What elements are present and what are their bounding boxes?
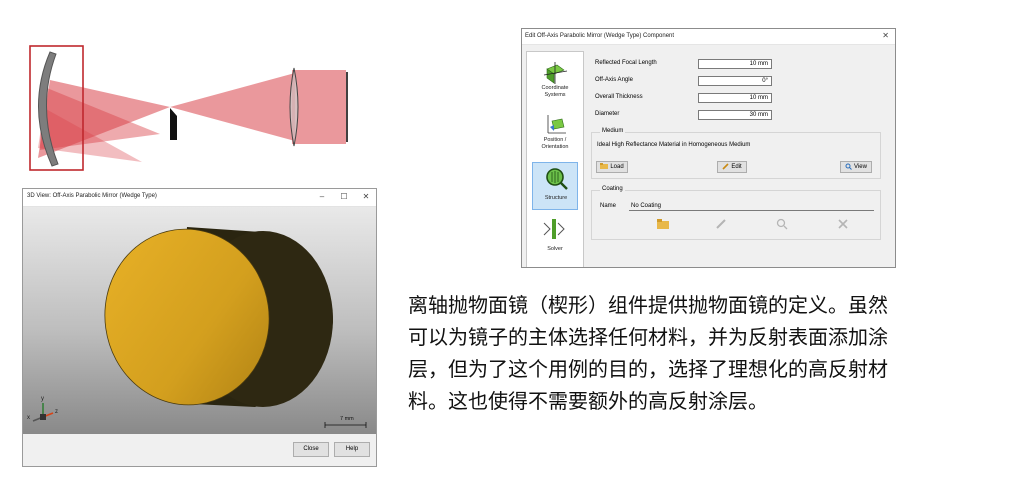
edit-label: Edit bbox=[731, 164, 742, 170]
nav-item-solver[interactable]: Solver bbox=[532, 214, 578, 262]
coating-name-label: Name bbox=[600, 203, 617, 209]
nav-label-structure: Structure bbox=[544, 195, 568, 201]
coating-load-icon[interactable] bbox=[656, 218, 670, 230]
caption-line: 料。这也使得不需要额外的高反射涂层。 bbox=[408, 389, 768, 413]
medium-value: Ideal High Reflectance Material in Homog… bbox=[597, 142, 751, 148]
nav-item-position-orientation[interactable]: Position / Orientation bbox=[532, 110, 578, 158]
dialog-close-button[interactable]: ✕ bbox=[882, 31, 889, 40]
axis-label-y: y bbox=[41, 396, 44, 402]
solver-icon bbox=[543, 219, 565, 239]
field-label-diameter: Diameter bbox=[595, 111, 620, 117]
coating-delete-icon[interactable] bbox=[836, 218, 850, 230]
nav-item-structure[interactable]: Structure bbox=[532, 162, 578, 210]
axis-label-x: x bbox=[27, 415, 30, 421]
axis-triad: y x z bbox=[27, 396, 58, 422]
folder-icon bbox=[600, 163, 609, 170]
caption-line: 可以为镜子的主体选择任何材料，并为反射表面添加涂 bbox=[408, 325, 888, 349]
caption-line: 离轴抛物面镜（楔形）组件提供抛物面镜的定义。虽然 bbox=[408, 293, 888, 317]
scale-bar: 7 mm bbox=[324, 416, 367, 428]
pencil-icon bbox=[722, 163, 729, 170]
view-button[interactable]: View bbox=[840, 161, 872, 173]
coordinate-systems-icon bbox=[543, 62, 568, 84]
collimated-beam bbox=[292, 70, 346, 144]
diameter-input[interactable]: 30 mm bbox=[698, 110, 772, 120]
caption-line: 层，但为了这个用例的目的，选择了理想化的高反射材 bbox=[408, 357, 888, 381]
nav-label-solver: Solver bbox=[547, 246, 563, 252]
3d-view-button-bar: Close Help bbox=[23, 434, 376, 466]
help-button[interactable]: Help bbox=[334, 442, 370, 457]
overall-thickness-input[interactable]: 10 mm bbox=[698, 93, 772, 103]
view-label: View bbox=[854, 164, 867, 170]
field-label-overall-thickness: Overall Thickness bbox=[595, 94, 643, 100]
coating-view-icon[interactable] bbox=[775, 218, 789, 230]
close-button[interactable]: Close bbox=[293, 442, 329, 457]
coating-edit-icon[interactable] bbox=[714, 218, 728, 230]
dialog-title: Edit Off-Axis Parabolic Mirror (Wedge Ty… bbox=[525, 33, 675, 39]
reflected-focal-length-input[interactable]: 10 mm bbox=[698, 59, 772, 69]
load-button[interactable]: Load bbox=[596, 161, 628, 173]
off-axis-angle-input[interactable]: 0° bbox=[698, 76, 772, 86]
edit-component-dialog: Edit Off-Axis Parabolic Mirror (Wedge Ty… bbox=[521, 28, 896, 268]
position-orientation-icon bbox=[547, 115, 566, 134]
nav-label-coordinate-systems: Coordinate Systems bbox=[541, 85, 569, 98]
edit-button[interactable]: Edit bbox=[717, 161, 747, 173]
dialog-sidebar: Coordinate Systems Position / Orientatio… bbox=[526, 51, 584, 267]
medium-group-title: Medium bbox=[600, 128, 626, 134]
nav-label-position-orientation: Position / Orientation bbox=[541, 137, 569, 150]
load-label: Load bbox=[610, 164, 624, 170]
caption-paragraph: 离轴抛物面镜（楔形）组件提供抛物面镜的定义。虽然 可以为镜子的主体选择任何材料，… bbox=[408, 289, 1008, 417]
3d-view-titlebar: 3D View: Off-Axis Parabolic Mirror (Wedg… bbox=[23, 189, 376, 207]
close-window-button[interactable]: ✕ bbox=[360, 192, 372, 202]
coating-group-title: Coating bbox=[600, 186, 625, 192]
minimize-button[interactable]: – bbox=[316, 192, 328, 202]
3d-viewport[interactable]: y x z 7 mm bbox=[23, 207, 376, 434]
optical-schematic bbox=[29, 45, 348, 171]
axis-label-z: z bbox=[55, 409, 58, 415]
structure-icon bbox=[546, 168, 568, 190]
field-label-reflected-focal-length: Reflected Focal Length bbox=[595, 60, 657, 66]
scale-label: 7 mm bbox=[340, 416, 354, 422]
3d-view-title: 3D View: Off-Axis Parabolic Mirror (Wedg… bbox=[27, 193, 157, 199]
coating-name-field[interactable]: No Coating bbox=[629, 201, 874, 211]
coating-group bbox=[591, 190, 881, 240]
field-label-off-axis-angle: Off-Axis Angle bbox=[595, 77, 633, 83]
incoming-beam bbox=[170, 73, 295, 141]
3d-view-window: 3D View: Off-Axis Parabolic Mirror (Wedg… bbox=[22, 188, 377, 467]
knife-edge bbox=[170, 108, 177, 140]
nav-item-coordinate-systems[interactable]: Coordinate Systems bbox=[532, 58, 578, 106]
magnifier-icon bbox=[845, 163, 852, 170]
mirror-3d-render: y x z 7 mm bbox=[27, 227, 367, 428]
dialog-titlebar: Edit Off-Axis Parabolic Mirror (Wedge Ty… bbox=[522, 29, 895, 45]
maximize-button[interactable]: ☐ bbox=[338, 192, 350, 202]
